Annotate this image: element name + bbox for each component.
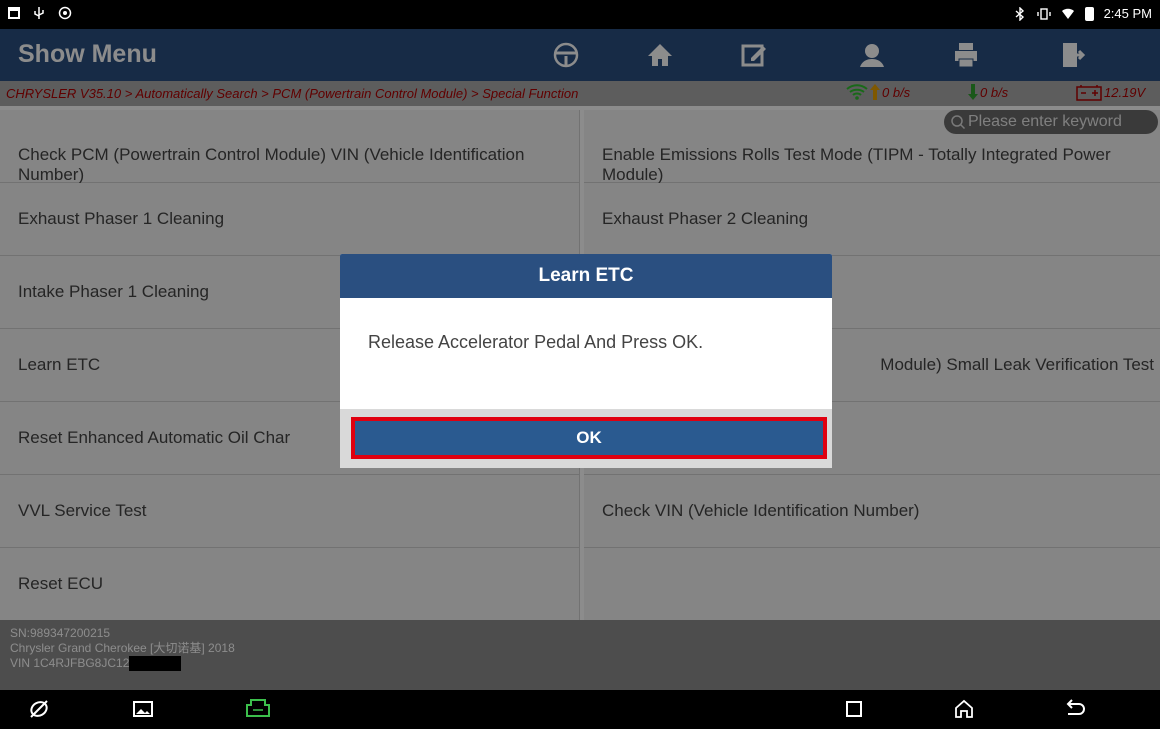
wifi-icon — [1061, 8, 1074, 19]
gallery-icon — [133, 701, 153, 717]
browser-icon — [30, 700, 48, 718]
back-icon — [1066, 699, 1085, 715]
battery-icon — [1084, 6, 1094, 21]
vci-icon — [246, 699, 270, 717]
notification-icon — [8, 7, 20, 19]
ok-button[interactable]: OK — [351, 417, 827, 459]
dialog-footer: OK — [340, 409, 832, 468]
dialog-title: Learn ETC — [340, 254, 832, 298]
back-button[interactable] — [1062, 696, 1088, 722]
home-nav-icon — [955, 699, 973, 718]
navigation-bar — [0, 690, 1160, 729]
status-time: 2:45 PM — [1103, 6, 1152, 21]
vibrate-icon — [1036, 7, 1051, 20]
recents-button[interactable] — [841, 696, 867, 722]
learn-etc-dialog: Learn ETC Release Accelerator Pedal And … — [340, 254, 832, 468]
browser-button[interactable] — [26, 696, 52, 722]
gallery-button[interactable] — [130, 696, 156, 722]
bluetooth-icon — [1015, 6, 1024, 21]
status-bar: 2:45 PM — [0, 0, 1160, 29]
vci-button[interactable] — [245, 696, 271, 722]
usb-icon — [34, 7, 44, 19]
recents-icon — [846, 701, 862, 717]
settings-status-icon — [58, 6, 72, 20]
home-nav-button[interactable] — [951, 696, 977, 722]
dialog-message: Release Accelerator Pedal And Press OK. — [368, 332, 704, 352]
